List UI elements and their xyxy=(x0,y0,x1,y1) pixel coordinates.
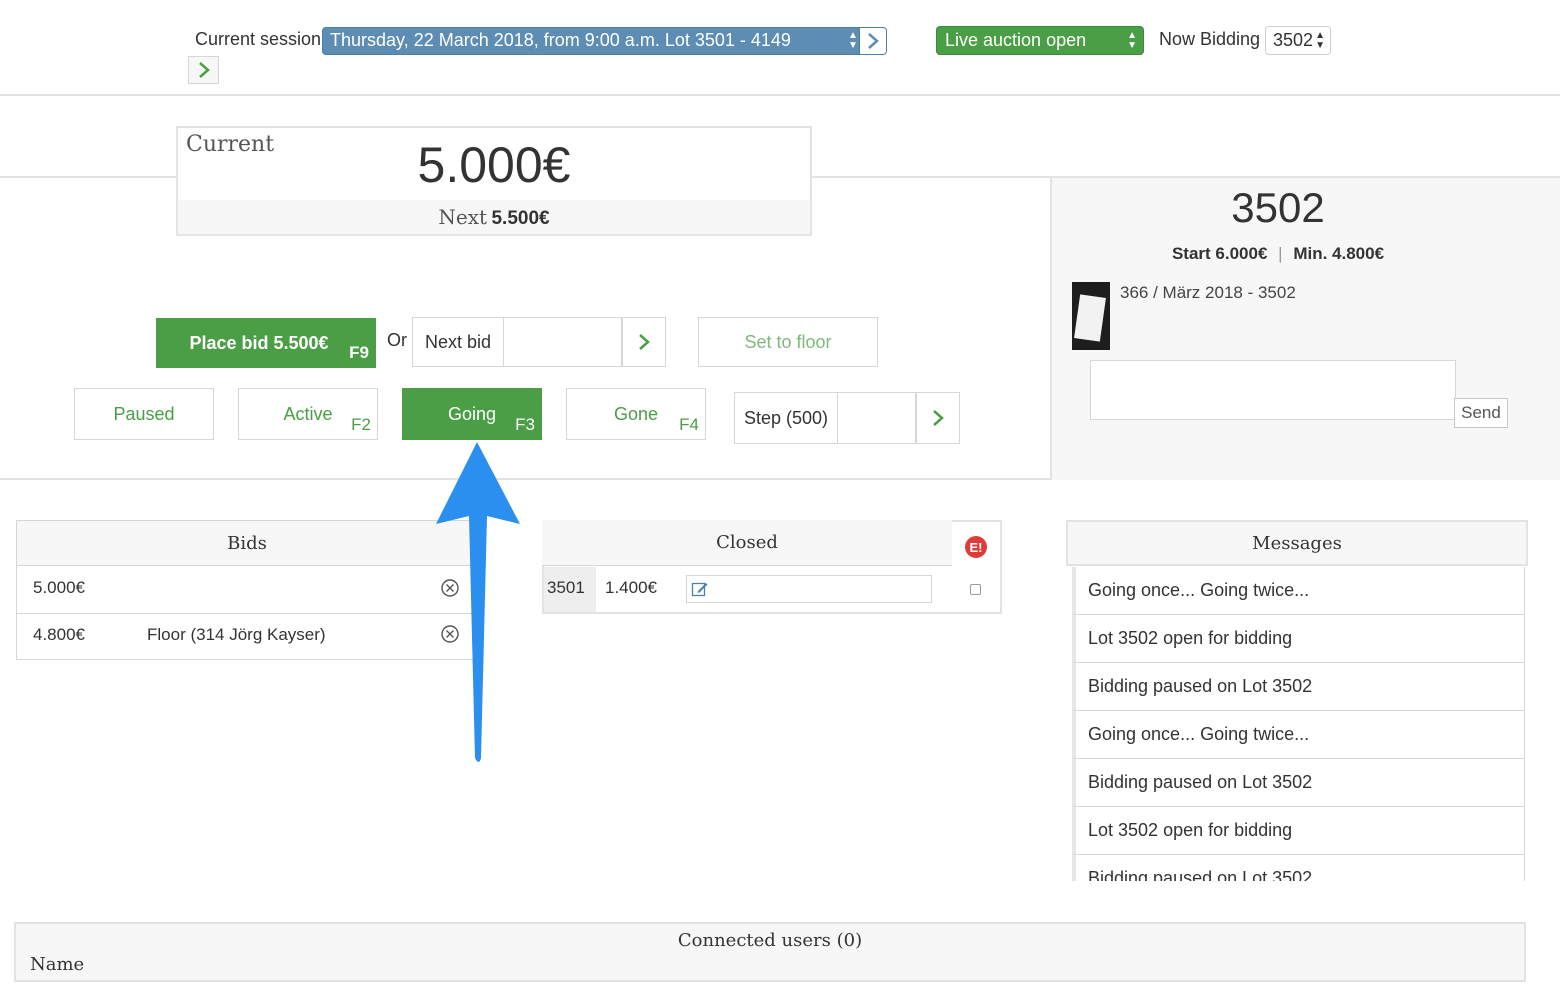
going-label: Going xyxy=(447,403,497,424)
session-label: Current session xyxy=(195,29,322,49)
bids-header: Bids xyxy=(16,520,478,566)
chevron-right-icon xyxy=(933,410,944,426)
lot-number: 3502 xyxy=(1231,184,1325,231)
lot-price-info: Start 6.000€ | Min. 4.800€ xyxy=(1052,244,1504,264)
closed-title: Closed xyxy=(716,532,778,553)
or-label: Or xyxy=(387,330,407,350)
lot-thumbnail[interactable] xyxy=(1072,282,1110,350)
message-item: Bidding paused on Lot 3502 xyxy=(1072,855,1525,881)
chevron-right-icon xyxy=(639,334,650,350)
step-submit-button[interactable] xyxy=(916,392,960,444)
step-label: Step (500) xyxy=(734,392,838,444)
closed-amount: 1.400€ xyxy=(605,578,657,597)
current-price-box: Current 5.000€ Next 5.500€ xyxy=(176,126,812,236)
next-amount: 5.500€ xyxy=(491,208,550,229)
paused-button[interactable]: Paused xyxy=(74,388,214,440)
message-item: Bidding paused on Lot 3502 xyxy=(1072,663,1525,711)
going-button[interactable]: Going F3 xyxy=(402,388,542,440)
header-divider xyxy=(0,94,1560,96)
lot-min: Min. 4.800€ xyxy=(1293,244,1385,263)
closed-note-input[interactable] xyxy=(686,575,932,603)
lot-description: 366 / März 2018 - 3502 xyxy=(1120,283,1296,302)
place-bid-label: Place bid 5.500€ xyxy=(189,332,329,353)
message-item: Lot 3502 open for bidding xyxy=(1072,807,1525,855)
auction-status-value: Live auction open xyxy=(945,30,1087,50)
step-input[interactable] xyxy=(837,392,916,444)
connected-users-panel: Connected users (0) Name xyxy=(14,922,1526,982)
connected-users-title: Connected users (0) xyxy=(677,930,863,951)
lot-start: Start 6.000€ xyxy=(1171,244,1268,263)
message-item: Bidding paused on Lot 3502 xyxy=(1072,759,1525,807)
bids-title: Bids xyxy=(227,532,267,554)
session-select[interactable]: Thursday, 22 March 2018, from 9:00 a.m. … xyxy=(322,27,887,55)
going-key: F3 xyxy=(515,415,535,434)
bid-row: 4.800€ Floor (314 Jörg Kayser) xyxy=(16,614,478,660)
send-button[interactable]: Send xyxy=(1454,398,1508,428)
document-image xyxy=(1074,294,1106,342)
closed-lot-cell: 3501 xyxy=(544,567,596,612)
chevron-right-icon xyxy=(868,33,879,49)
bid-amount: 5.000€ xyxy=(33,578,85,597)
now-bidding-value: 3502 xyxy=(1273,30,1314,50)
export-badge-label: E! xyxy=(969,539,983,555)
updown-icon: ▲ ▼ xyxy=(1315,30,1325,51)
closed-lot-number: 3501 xyxy=(547,578,585,597)
active-label: Active xyxy=(283,403,333,424)
message-input[interactable] xyxy=(1090,360,1456,420)
place-bid-button[interactable]: Place bid 5.500€ F9 xyxy=(156,318,376,368)
session-next-button[interactable] xyxy=(188,56,219,84)
current-amount: 5.000€ xyxy=(417,137,571,193)
set-to-floor-button[interactable]: Set to floor xyxy=(698,317,878,367)
closed-header: Closed xyxy=(542,520,952,566)
next-bid-input[interactable] xyxy=(503,317,622,367)
closed-row-checkbox[interactable] xyxy=(970,584,981,595)
gone-button[interactable]: Gone F4 xyxy=(566,388,706,440)
place-bid-key: F9 xyxy=(349,343,369,362)
updown-icon: ▲ ▼ xyxy=(1127,30,1137,51)
chevron-right-icon xyxy=(198,62,210,78)
export-badge-icon[interactable]: E! xyxy=(965,536,987,558)
bid-bidder: Floor (314 Jörg Kayser) xyxy=(147,625,326,644)
send-label: Send xyxy=(1461,403,1501,422)
messages-title: Messages xyxy=(1252,532,1342,554)
now-bidding-select[interactable]: 3502 ▲ ▼ xyxy=(1265,26,1331,55)
next-bid-submit-button[interactable] xyxy=(622,317,666,367)
bid-row: 5.000€ xyxy=(16,566,478,614)
updown-icon: ▲ ▼ xyxy=(848,30,858,51)
lot-info-panel: 3502 Start 6.000€ | Min. 4.800€ 366 / Mä… xyxy=(1052,176,1560,480)
set-to-floor-label: Set to floor xyxy=(744,331,832,352)
next-price-bar: Next 5.500€ xyxy=(178,200,810,234)
paused-label: Paused xyxy=(113,403,175,424)
message-item: Going once... Going twice... xyxy=(1072,567,1525,615)
message-item: Lot 3502 open for bidding xyxy=(1072,615,1525,663)
active-button[interactable]: Active F2 xyxy=(238,388,378,440)
gone-key: F4 xyxy=(679,415,699,434)
next-bid-label: Next bid xyxy=(412,317,504,367)
separator: | xyxy=(1278,244,1283,263)
messages-header: Messages xyxy=(1066,520,1528,566)
session-go-button[interactable] xyxy=(859,28,886,54)
messages-list[interactable]: Going once... Going twice... Lot 3502 op… xyxy=(1072,567,1526,881)
bid-amount: 4.800€ xyxy=(33,625,85,644)
next-label: Next xyxy=(438,205,488,229)
now-bidding-label: Now Bidding xyxy=(1159,29,1261,49)
name-column-header: Name xyxy=(30,954,85,975)
auction-status-select[interactable]: Live auction open ▲ ▼ xyxy=(936,26,1144,55)
annotation-arrow-icon xyxy=(436,442,520,762)
active-key: F2 xyxy=(351,415,371,434)
session-select-value: Thursday, 22 March 2018, from 9:00 a.m. … xyxy=(330,30,791,50)
edit-icon xyxy=(691,582,708,597)
gone-label: Gone xyxy=(613,403,659,424)
message-item: Going once... Going twice... xyxy=(1072,711,1525,759)
